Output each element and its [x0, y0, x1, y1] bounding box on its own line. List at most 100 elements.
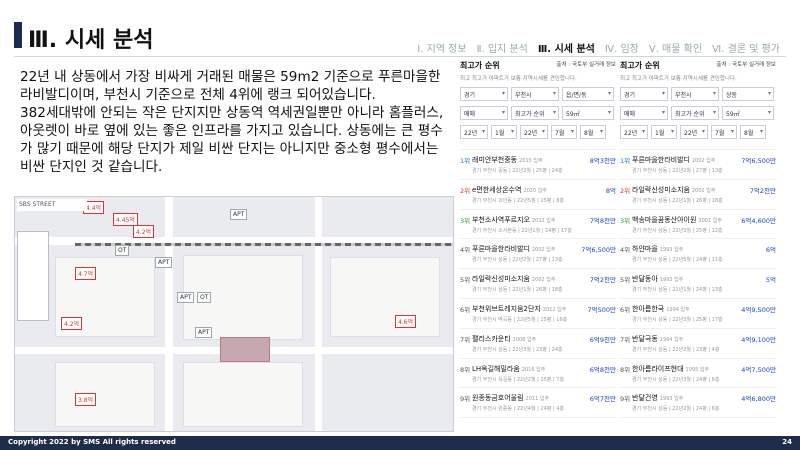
ranking-list: 1위 푸른마을한라비발디 2002 입주 경기 부천시 상동 | 22년2월 | 27… — [620, 149, 776, 419]
apt-marker[interactable]: APT — [195, 327, 213, 338]
apt-detail: 경기 부천시 상동 | 22년3월 | 25평 | 17층 — [632, 316, 723, 323]
end-year-select[interactable]: 22년 — [680, 125, 708, 139]
apt-name: 라일락신성미소지움 — [632, 185, 690, 194]
title-accent-bar — [14, 22, 22, 48]
apt-price: 4억9,100만 — [741, 335, 776, 344]
apt-marker[interactable]: APT — [230, 209, 248, 220]
list-item[interactable]: 3위 부천소사역푸르지오 2012 입주 경기 부천시 소사본동 | 22년1월 | … — [460, 210, 616, 240]
apt-price: 5억 — [765, 276, 776, 285]
list-item[interactable]: 9위 반달건영 1993 입주 경기 부천시 상동 | 22년2월 | 24평 | 6… — [620, 388, 776, 419]
apt-name: 반달건영 — [632, 394, 658, 403]
district-select[interactable]: 부천시 — [511, 87, 559, 101]
list-item[interactable]: 5위 라일락신성미소지움 2002 입주 경기 부천시 상동 | 22년1월 | 26… — [460, 269, 616, 299]
apt-name: 하얀마을 — [632, 245, 658, 254]
rank-label: 5위 — [620, 276, 631, 285]
size-select[interactable]: 59㎡ — [562, 106, 614, 120]
apt-price: 6억 — [765, 246, 776, 255]
list-item[interactable]: 2위 라일락신성미소지움 2002 입주 경기 부천시 상동 | 22년1월 | 26… — [620, 180, 776, 210]
nav-item-price[interactable]: Ⅲ. 시세 분석 — [538, 40, 595, 55]
list-item[interactable]: 5위 반달동아 1993 입주 경기 부천시 상동 | 22년1월 | 24평 | 1… — [620, 269, 776, 299]
area-map[interactable]: 4.4억 4.45억 4.2억 4.7억 APT OT APT OT 4.2억 … — [14, 196, 454, 432]
nav-item-location[interactable]: Ⅱ. 입지 분석 — [477, 40, 528, 55]
end-month-select[interactable]: 7월 — [551, 125, 577, 139]
start-month-select[interactable]: 1월 — [651, 125, 677, 139]
order-select[interactable]: 최고가 순위 — [671, 106, 719, 120]
end-month-select[interactable]: 7월 — [711, 125, 737, 139]
nav-item-visit[interactable]: Ⅳ. 임장 — [605, 40, 639, 55]
end-year-select[interactable]: 22년 — [520, 125, 548, 139]
list-item[interactable]: 9위 원종동금호어울림 2011 입주 경기 부천시 원종동 | 22년4월 | 24… — [460, 388, 616, 419]
list-item[interactable]: 1위 푸른마을한라비발디 2002 입주 경기 부천시 상동 | 22년2월 | 27… — [620, 150, 776, 180]
apt-name: 반달극동 — [632, 334, 658, 343]
apt-name: 한아름한국 — [632, 304, 665, 313]
apt-price: 7억6,500만 — [741, 157, 776, 165]
order-select[interactable]: 최고가 순위 — [511, 106, 559, 120]
district-select[interactable]: 부천시 — [671, 87, 719, 101]
list-item[interactable]: 6위 부천위브트레지움2단지 2012 입주 경기 부천시 역곡동 | 22년5월 |… — [460, 299, 616, 329]
list-item[interactable]: 4위 하얀마을 1993 입주 경기 부천시 상동 | 22년5월 | 24평 | 1… — [620, 239, 776, 270]
list-item[interactable]: 4위 푸른마을한라비발디 2002 입주 경기 부천시 상동 | 22년2월 | 27… — [460, 239, 616, 270]
size-select[interactable]: 59㎡ — [722, 106, 774, 120]
list-item[interactable]: 8위 한아름라이프현대 1995 입주 경기 부천시 상동 | 22년3월 | 24평… — [620, 359, 776, 389]
apt-name: 라일락신성미소지움 — [472, 275, 530, 284]
price-marker[interactable]: 4.2억 — [61, 317, 83, 330]
month-select[interactable]: 8월 — [580, 125, 606, 139]
price-marker[interactable]: 4.7억 — [75, 267, 97, 280]
rank-label: 2위 — [620, 186, 631, 195]
list-item[interactable]: 1위 래미안부천중동 2015 입주 경기 부천시 중동 | 22년3월 | 25평 … — [460, 150, 616, 180]
list-item[interactable]: 2위 e편한세상온수역 2020 입주 경기 부천시 괴안동 | 22년5월 | 25… — [460, 180, 616, 210]
nav-item-conclusion[interactable]: Ⅵ. 결론 및 평가 — [712, 40, 780, 55]
price-marker[interactable]: 4.2억 — [133, 225, 155, 238]
rank-label: 3위 — [460, 216, 471, 225]
apt-name: 한아름라이프현대 — [632, 364, 684, 373]
dong-select[interactable]: 읍/면/동 — [562, 87, 614, 101]
map-legend-panel[interactable] — [17, 231, 49, 321]
type-select[interactable]: 매매 — [620, 106, 668, 120]
start-year-select[interactable]: 22년 — [460, 125, 488, 139]
panel-header: 최고가 순위 출처 : 국토부 실거래 정보 — [620, 60, 776, 71]
city-select[interactable]: 경기 — [620, 87, 668, 101]
apt-price: 7억8천만 — [589, 216, 616, 225]
apt-marker[interactable]: APT — [155, 257, 173, 268]
built-year: 1993 입주 — [659, 277, 684, 284]
built-year: 2002 입주 — [691, 187, 716, 194]
list-item[interactable]: 6위 한아름한국 1994 입주 경기 부천시 상동 | 22년3월 | 25평 | … — [620, 299, 776, 329]
city-select[interactable]: 경기 — [460, 87, 508, 101]
built-year: 2002 입주 — [691, 158, 716, 164]
apt-name: 푸른마을한라비발디 — [632, 156, 690, 164]
month-select[interactable]: 8월 — [740, 125, 766, 139]
header-divider — [14, 56, 786, 57]
rank-label: 4위 — [620, 246, 631, 255]
list-item[interactable]: 8위 LH옥길해밀라움 2016 입주 경기 부천시 옥길동 | 22년2월 | 25… — [460, 359, 616, 389]
apt-detail: 경기 부천시 상동 | 22년2월 | 27평 | 13층 — [472, 257, 563, 264]
panel-source: 출처 : 국토부 실거래 정보 — [716, 62, 776, 68]
rank-label: 1위 — [620, 157, 631, 165]
start-year-select[interactable]: 22년 — [620, 125, 648, 139]
map-block — [55, 362, 155, 427]
apt-marker[interactable]: OT — [115, 245, 130, 256]
list-item[interactable]: 7위 반달극동 1994 입주 경기 부천시 상동 | 22년2월 | 23평 | 4… — [620, 329, 776, 359]
price-marker[interactable]: 4.6억 — [395, 315, 417, 328]
nav-item-region[interactable]: Ⅰ. 지역 정보 — [417, 40, 466, 55]
apt-name: e편한세상온수역 — [472, 185, 522, 194]
apt-marker[interactable]: OT — [197, 292, 212, 303]
list-item[interactable]: 3위 백송마을꿈동산아이원 2001 입주 경기 부천시 상동 | 22년3월 | 2… — [620, 210, 776, 240]
rail-line — [75, 243, 453, 246]
built-year: 2002 입주 — [531, 247, 556, 254]
apt-price: 6억4,600만 — [741, 216, 776, 225]
panel-subtitle: 최고 최고가 아파트가 보통 지역시세를 견인합니다. — [460, 76, 577, 82]
list-item[interactable]: 7위 팰리스카운티 2008 입주 경기 부천시 상동 | 22년3월 | 23평 |… — [460, 329, 616, 359]
rank-label: 7위 — [620, 335, 631, 344]
start-month-select[interactable]: 1월 — [491, 125, 517, 139]
apt-price: 7억2천만 — [589, 276, 616, 285]
apt-detail: 경기 부천시 상동 | 22년3월 | 25평 | 12층 — [632, 227, 723, 234]
price-marker[interactable]: 3.8억 — [75, 393, 97, 406]
type-select[interactable]: 매매 — [460, 106, 508, 120]
panel-title: 최고가 순위 — [620, 61, 660, 70]
apt-name: 원종동금호어울림 — [472, 394, 524, 403]
nav-item-listing[interactable]: Ⅴ. 매물 확인 — [649, 40, 702, 55]
dong-select[interactable]: 상동 — [722, 87, 774, 101]
apt-price: 4억6,800만 — [741, 395, 776, 404]
apt-marker[interactable]: APT — [177, 292, 195, 303]
rank-label: 8위 — [620, 365, 631, 374]
